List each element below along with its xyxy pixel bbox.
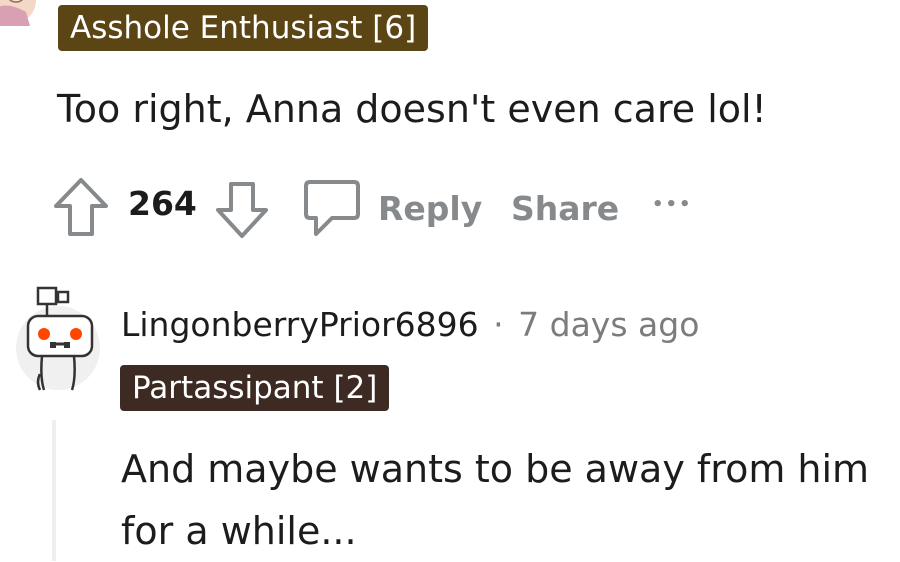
comment-button[interactable] (302, 178, 362, 238)
reply-button[interactable]: Reply (378, 184, 482, 232)
user-flair: Asshole Enthusiast [6] (58, 5, 429, 51)
user-flair: Partassipant [2] (120, 365, 390, 411)
comment-text: Too right, Anna doesn't even care lol! (57, 87, 767, 131)
share-button[interactable]: Share (511, 184, 619, 232)
comment-meta: LingonberryPrior6896 · 7 days ago (121, 305, 699, 344)
downvote-button[interactable] (214, 180, 270, 240)
avatar[interactable] (0, 0, 38, 30)
timestamp[interactable]: 7 days ago (518, 305, 699, 344)
thread-line[interactable] (52, 420, 56, 561)
meta-separator: · (493, 305, 504, 344)
upvote-arrow-icon (54, 178, 108, 236)
snoo-avatar[interactable] (14, 282, 102, 398)
vote-count: 264 (128, 184, 197, 223)
comment-text: And maybe wants to be away from him for … (121, 447, 870, 553)
upvote-button[interactable] (52, 176, 110, 238)
username[interactable]: LingonberryPrior6896 (121, 305, 479, 344)
comment-bubble-icon (304, 180, 360, 236)
downvote-arrow-icon (216, 182, 268, 238)
more-options-icon[interactable]: ••• (652, 188, 693, 220)
